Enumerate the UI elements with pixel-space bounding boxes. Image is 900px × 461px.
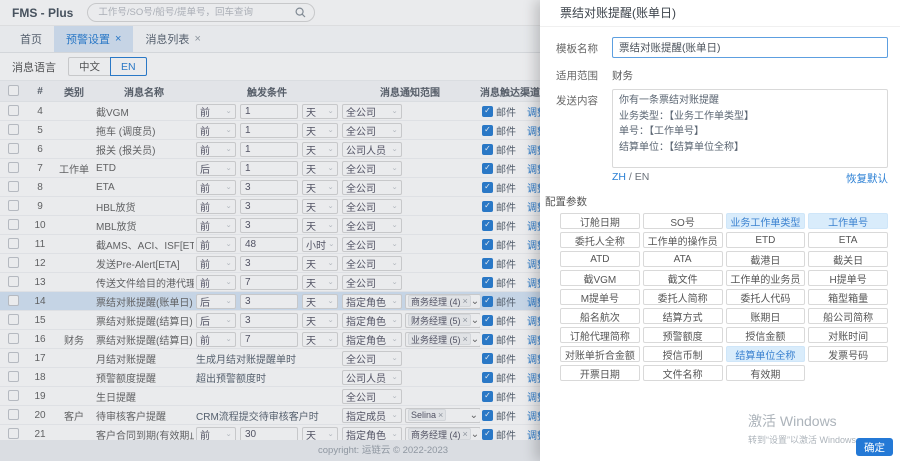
param-订舱代理简称[interactable]: 订舱代理简称 bbox=[560, 327, 640, 343]
param-M提单号[interactable]: M提单号 bbox=[560, 289, 640, 305]
param-委托人简称[interactable]: 委托人简称 bbox=[643, 289, 723, 305]
drawer-form: 模板名称 适用范围 财务 发送内容 你有一条票结对账提醒 业务类型：【业务工作单… bbox=[540, 27, 900, 168]
param-ETA[interactable]: ETA bbox=[808, 232, 888, 248]
restore-default-link[interactable]: 恢复默认 bbox=[846, 171, 888, 186]
param-SO号[interactable]: SO号 bbox=[643, 213, 723, 229]
param-船公司简称[interactable]: 船公司简称 bbox=[808, 308, 888, 324]
param-工作单的操作员[interactable]: 工作单的操作员 bbox=[643, 232, 723, 248]
param-对账单折合金额[interactable]: 对账单折合金额 bbox=[560, 346, 640, 362]
param-截文件[interactable]: 截文件 bbox=[643, 270, 723, 286]
drawer-mask[interactable] bbox=[0, 0, 540, 461]
windows-watermark: 激活 Windows 转到“设置”以激活 Windows。 bbox=[748, 411, 865, 446]
param-ETD[interactable]: ETD bbox=[726, 232, 806, 248]
watermark-line2: 转到“设置”以激活 Windows。 bbox=[748, 433, 865, 446]
param-H提单号[interactable]: H提单号 bbox=[808, 270, 888, 286]
param-船名航次[interactable]: 船名航次 bbox=[560, 308, 640, 324]
param-结算单位全称[interactable]: 结算单位全称 bbox=[726, 346, 806, 362]
content-language-switch: ZH / EN bbox=[612, 171, 649, 186]
content-toolbar: ZH / EN 恢复默认 bbox=[612, 171, 888, 186]
param-授信金额[interactable]: 授信金额 bbox=[726, 327, 806, 343]
param-截VGM[interactable]: 截VGM bbox=[560, 270, 640, 286]
param-发票号码[interactable]: 发票号码 bbox=[808, 346, 888, 362]
param-委托人代码[interactable]: 委托人代码 bbox=[726, 289, 806, 305]
param-订舱日期[interactable]: 订舱日期 bbox=[560, 213, 640, 229]
param-结算方式[interactable]: 结算方式 bbox=[643, 308, 723, 324]
param-对账时间[interactable]: 对账时间 bbox=[808, 327, 888, 343]
apply-scope-value: 财务 bbox=[612, 64, 633, 83]
param-截关日[interactable]: 截关日 bbox=[808, 251, 888, 267]
content-label: 发送内容 bbox=[556, 89, 612, 108]
lang-en-link[interactable]: EN bbox=[635, 171, 650, 183]
params-grid: 订舱日期SO号业务工作单类型工作单号委托人全称工作单的操作员ETDETA ATDA… bbox=[560, 213, 888, 381]
param-工作单号[interactable]: 工作单号 bbox=[808, 213, 888, 229]
param-授信币制[interactable]: 授信币制 bbox=[643, 346, 723, 362]
lang-zh-link[interactable]: ZH bbox=[612, 171, 626, 183]
param-业务工作单类型[interactable]: 业务工作单类型 bbox=[726, 213, 806, 229]
param-账期日[interactable]: 账期日 bbox=[726, 308, 806, 324]
template-name-input[interactable] bbox=[612, 37, 888, 58]
content-textarea[interactable]: 你有一条票结对账提醒 业务类型：【业务工作单类型】 单号：【工作单号】 结算单位… bbox=[612, 89, 888, 168]
param-委托人全称[interactable]: 委托人全称 bbox=[560, 232, 640, 248]
param-ATA[interactable]: ATA bbox=[643, 251, 723, 267]
apply-scope-label: 适用范围 bbox=[556, 64, 612, 83]
param-截港日[interactable]: 截港日 bbox=[726, 251, 806, 267]
param-开票日期[interactable]: 开票日期 bbox=[560, 365, 640, 381]
confirm-button[interactable]: 确定 bbox=[856, 438, 893, 456]
param-文件名称[interactable]: 文件名称 bbox=[643, 365, 723, 381]
param-预警额度[interactable]: 预警额度 bbox=[643, 327, 723, 343]
param-ATD[interactable]: ATD bbox=[560, 251, 640, 267]
drawer-title: 票结对账提醒(账单日) bbox=[540, 0, 900, 27]
param-工作单的业务员[interactable]: 工作单的业务员 bbox=[726, 270, 806, 286]
param-箱型箱量[interactable]: 箱型箱量 bbox=[808, 289, 888, 305]
template-edit-drawer: 票结对账提醒(账单日) 模板名称 适用范围 财务 发送内容 你有一条票结对账提醒… bbox=[540, 0, 900, 461]
app: FMS - Plus 首页预警设置×消息列表× 消息语言 中文EN bbox=[0, 0, 900, 461]
params-section-label: 配置参数 bbox=[545, 194, 900, 209]
watermark-line1: 激活 Windows bbox=[748, 411, 865, 431]
template-name-label: 模板名称 bbox=[556, 37, 612, 56]
param-有效期[interactable]: 有效期 bbox=[726, 365, 806, 381]
main-page: FMS - Plus 首页预警设置×消息列表× 消息语言 中文EN bbox=[0, 0, 540, 461]
